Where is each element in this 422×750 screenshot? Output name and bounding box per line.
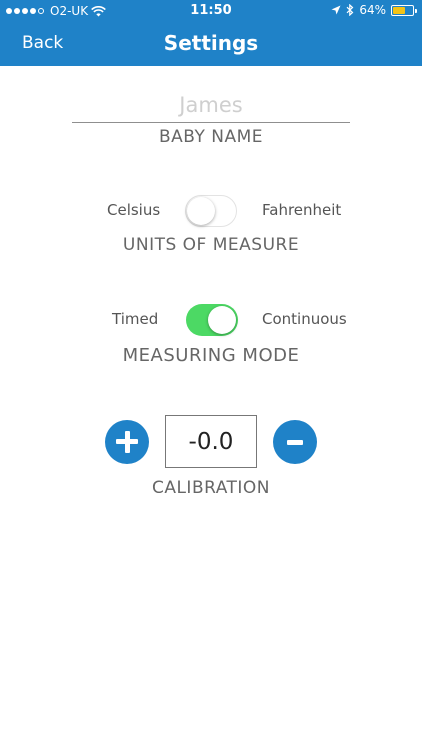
battery-level-fill (393, 6, 406, 14)
status-right: 64% (331, 3, 417, 17)
mode-timed-label: Timed (112, 310, 159, 328)
minus-icon (287, 440, 303, 445)
units-toggle[interactable] (185, 195, 237, 227)
units-fahrenheit-label: Fahrenheit (262, 201, 342, 219)
decrement-button[interactable] (273, 420, 317, 464)
units-celsius-label: Celsius (107, 201, 161, 219)
baby-name-label: BABY NAME (158, 127, 264, 147)
bluetooth-icon (346, 4, 354, 16)
app-header: O2-UK 11:50 64% Back Settings (0, 0, 422, 66)
baby-name-input[interactable] (72, 88, 350, 123)
calibration-label: CALIBRATION (151, 478, 271, 498)
plus-icon-vertical (124, 431, 130, 453)
increment-button[interactable] (105, 420, 149, 464)
toggle-knob (208, 306, 236, 334)
measuring-mode-label: MEASURING MODE (122, 345, 300, 366)
page-title: Settings (163, 31, 259, 55)
measuring-mode-toggle[interactable] (186, 304, 238, 336)
mode-continuous-label: Continuous (262, 310, 347, 328)
units-label: UNITS OF MEASURE (122, 235, 300, 255)
battery-icon (391, 4, 417, 16)
calibration-value: -0.0 (165, 415, 257, 468)
toggle-knob (187, 197, 215, 225)
battery-percent: 64% (359, 3, 386, 17)
battery-tip (415, 8, 417, 13)
status-bar: O2-UK 11:50 64% (0, 0, 422, 22)
location-arrow-icon (331, 5, 341, 15)
